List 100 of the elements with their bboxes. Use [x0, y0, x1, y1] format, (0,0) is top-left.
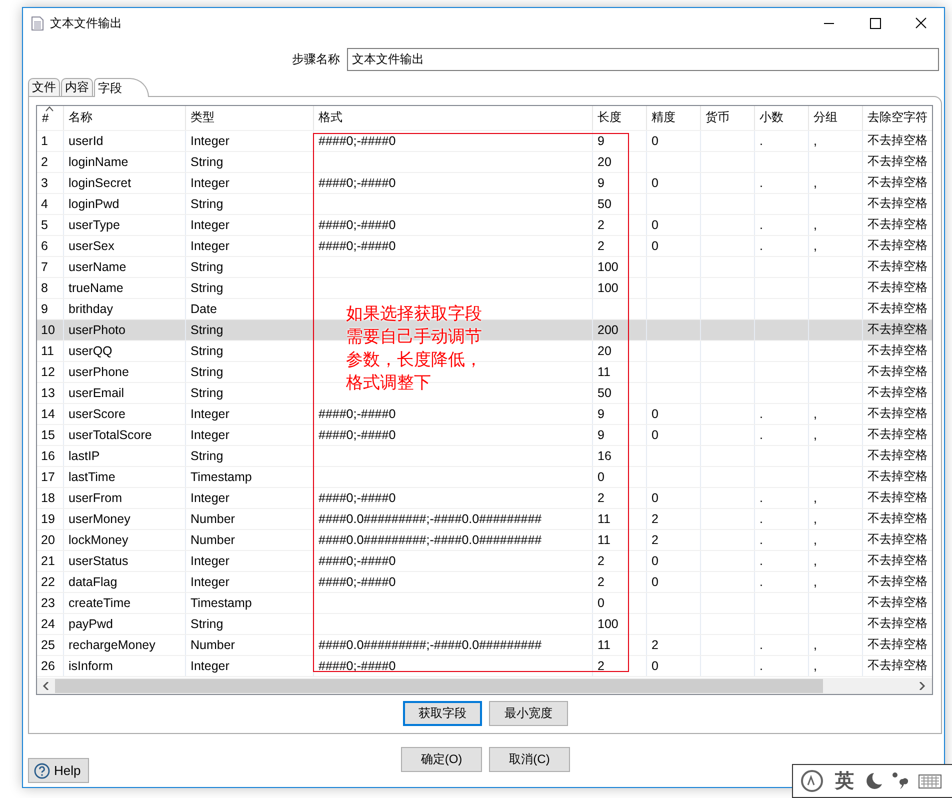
- tab[interactable]: 内容: [61, 78, 93, 96]
- column-header[interactable]: 分组: [808, 106, 862, 130]
- column-header[interactable]: 格式: [313, 106, 592, 130]
- table-cell: 9: [592, 403, 646, 424]
- table-cell: Integer: [185, 424, 313, 445]
- table-cell: .: [754, 529, 808, 550]
- column-header[interactable]: 长度: [592, 106, 646, 130]
- toolbar-button[interactable]: 最小宽度: [489, 701, 568, 726]
- table-cell: loginPwd: [63, 193, 185, 214]
- table-cell: .: [754, 508, 808, 529]
- help-button[interactable]: Help: [28, 758, 89, 783]
- help-icon: [34, 762, 50, 778]
- row-number: 5: [37, 214, 63, 235]
- table-cell: userPhoto: [63, 319, 185, 340]
- table-cell: userPhone: [63, 361, 185, 382]
- table-cell: ####0;-####0: [313, 214, 592, 235]
- row-number: 13: [37, 382, 63, 403]
- dialog-button[interactable]: 取消(C): [489, 747, 570, 772]
- table-cell: 2: [592, 487, 646, 508]
- table-cell: 20: [592, 340, 646, 361]
- table-cell: ,: [808, 130, 862, 151]
- table-cell: 2: [592, 550, 646, 571]
- annotation-text: 如果选择获取字段: [346, 303, 482, 325]
- table-cell: ####0;-####0: [313, 424, 592, 445]
- table-cell: createTime: [63, 592, 185, 613]
- column-header[interactable]: 去除空字符: [862, 106, 932, 130]
- table-cell: ,: [808, 214, 862, 235]
- table-cell: userMoney: [63, 508, 185, 529]
- table-cell: trueName: [63, 277, 185, 298]
- scroll-left-icon[interactable]: [42, 682, 50, 690]
- table-cell: 50: [592, 193, 646, 214]
- row-number: 11: [37, 340, 63, 361]
- column-header[interactable]: 名称: [63, 106, 185, 130]
- table-cell: 不去掉空格: [862, 382, 932, 403]
- table-cell: Integer: [185, 214, 313, 235]
- table-cell: ,: [808, 403, 862, 424]
- table-cell: userTotalScore: [63, 424, 185, 445]
- table-cell: 9: [592, 130, 646, 151]
- row-number: 4: [37, 193, 63, 214]
- table-cell: Integer: [185, 655, 313, 676]
- table-cell: Number: [185, 508, 313, 529]
- sort-caret-icon: [45, 106, 54, 112]
- row-number: 19: [37, 508, 63, 529]
- table-cell: userStatus: [63, 550, 185, 571]
- table-cell: 0: [646, 487, 700, 508]
- table-cell: brithday: [63, 298, 185, 319]
- step-name-field[interactable]: 文本文件输出: [347, 48, 939, 71]
- table-cell: loginName: [63, 151, 185, 172]
- table-cell: ####0;-####0: [313, 487, 592, 508]
- table-cell: Integer: [185, 550, 313, 571]
- toolbar-button[interactable]: 获取字段: [403, 701, 482, 726]
- table-cell: lastTime: [63, 466, 185, 487]
- dialog-button[interactable]: 确定(O): [401, 747, 482, 772]
- table-cell: 2: [592, 235, 646, 256]
- table-cell: 不去掉空格: [862, 340, 932, 361]
- column-header[interactable]: 类型: [185, 106, 313, 130]
- punctuation-icon[interactable]: [892, 771, 908, 791]
- table-cell: .: [754, 424, 808, 445]
- table-cell: 不去掉空格: [862, 508, 932, 529]
- step-name-label: 步骤名称: [291, 51, 341, 68]
- table-cell: .: [754, 550, 808, 571]
- table-cell: ,: [808, 424, 862, 445]
- table-cell: 不去掉空格: [862, 655, 932, 676]
- scrollbar-thumb[interactable]: [55, 679, 823, 693]
- table-cell: 不去掉空格: [862, 529, 932, 550]
- table-cell: ####0.0#########;-####0.0#########: [313, 508, 592, 529]
- row-number: 2: [37, 151, 63, 172]
- column-header[interactable]: 精度: [646, 106, 700, 130]
- input-mode-toggle[interactable]: 英: [835, 768, 854, 794]
- table-cell: 不去掉空格: [862, 466, 932, 487]
- table-cell: 2: [646, 508, 700, 529]
- table-cell: userType: [63, 214, 185, 235]
- column-header[interactable]: 小数: [754, 106, 808, 130]
- row-number: 23: [37, 592, 63, 613]
- moon-icon[interactable]: [864, 771, 882, 791]
- table-cell: userSex: [63, 235, 185, 256]
- row-number: 16: [37, 445, 63, 466]
- row-number: 7: [37, 256, 63, 277]
- row-number: 25: [37, 634, 63, 655]
- table-cell: loginSecret: [63, 172, 185, 193]
- table-cell: ,: [808, 634, 862, 655]
- tab[interactable]: 文件: [28, 78, 60, 96]
- row-number: 14: [37, 403, 63, 424]
- table-cell: 2: [646, 634, 700, 655]
- table-cell: String: [185, 340, 313, 361]
- tab[interactable]: 字段: [94, 78, 149, 97]
- table-cell: 不去掉空格: [862, 130, 932, 151]
- keyboard-icon[interactable]: [918, 774, 942, 788]
- table-cell: .: [754, 634, 808, 655]
- table-cell: 16: [592, 445, 646, 466]
- column-header[interactable]: 货币: [700, 106, 754, 130]
- table-cell: 不去掉空格: [862, 151, 932, 172]
- ime-logo-icon[interactable]: [799, 769, 825, 793]
- table-cell: 2: [592, 655, 646, 676]
- row-number: 15: [37, 424, 63, 445]
- table-cell: 0: [646, 403, 700, 424]
- table-cell: 0: [646, 130, 700, 151]
- column-header[interactable]: #: [37, 106, 63, 130]
- scroll-right-icon[interactable]: [918, 682, 926, 690]
- table-cell: 0: [646, 655, 700, 676]
